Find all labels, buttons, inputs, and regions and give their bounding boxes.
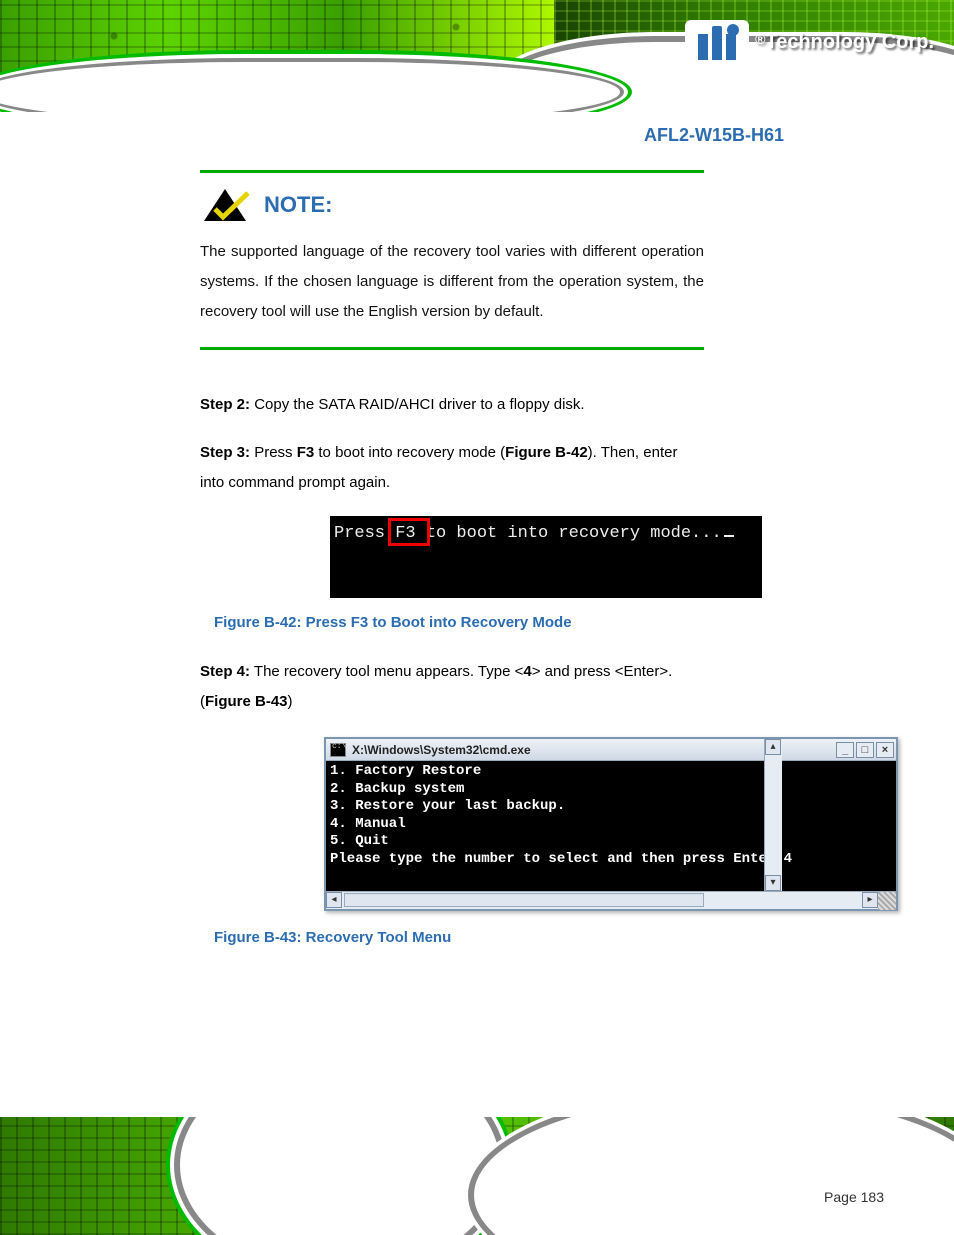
- note-label: NOTE:: [264, 192, 332, 218]
- cmd-line: 4. Manual: [330, 816, 406, 832]
- maximize-button[interactable]: □: [856, 742, 874, 758]
- brand-name: Technology Corp.: [765, 31, 934, 53]
- cmd-body: 1. Factory Restore 2. Backup system 3. R…: [326, 761, 896, 891]
- note-box: NOTE: The supported language of the reco…: [200, 170, 704, 350]
- swoop-left: [0, 62, 620, 112]
- scroll-left-icon[interactable]: ◂: [326, 892, 342, 908]
- scroll-down-icon[interactable]: ▾: [765, 875, 781, 891]
- close-button[interactable]: ×: [876, 742, 894, 758]
- top-banner: ®Technology Corp.: [0, 0, 954, 112]
- note-body: The supported language of the recovery t…: [200, 237, 704, 327]
- terminal-recovery-prompt: Press F3 to boot into recovery mode...: [330, 516, 762, 598]
- step-4: Step 4: The recovery tool menu appears. …: [200, 657, 704, 717]
- cmd-line: 5. Quit: [330, 833, 389, 849]
- page-content: NOTE: The supported language of the reco…: [0, 120, 954, 946]
- swoop-bottom-left: [180, 1117, 500, 1235]
- brand-block: ®Technology Corp.: [685, 20, 934, 64]
- scroll-thumb[interactable]: [344, 893, 704, 907]
- registered-mark: ®: [755, 31, 765, 47]
- note-triangle-check-icon: [200, 187, 250, 223]
- bottom-banner: Page 183: [0, 1117, 954, 1235]
- swoop-bottom-right: [474, 1117, 954, 1235]
- figure-43-caption: Figure B-43: Recovery Tool Menu: [214, 929, 704, 946]
- step-label: Step 2:: [200, 396, 250, 413]
- highlight-f3-box: [388, 518, 430, 546]
- step-2: Step 2: Copy the SATA RAID/AHCI driver t…: [200, 390, 704, 420]
- vertical-scrollbar[interactable]: ▴ ▾: [764, 739, 782, 891]
- cmd-line: 3. Restore your last backup.: [330, 798, 565, 814]
- step-label: Step 4:: [200, 663, 250, 680]
- page-number: Page 183: [824, 1189, 884, 1205]
- step-text: Press F3 to boot into recovery mode (Fig…: [200, 444, 677, 491]
- step-text: The recovery tool menu appears. Type <4>…: [200, 663, 672, 710]
- cursor-icon: [724, 535, 734, 537]
- scroll-right-icon[interactable]: ▸: [862, 892, 878, 908]
- cmd-line: Please type the number to select and the…: [330, 851, 792, 867]
- step-text: Copy the SATA RAID/AHCI driver to a flop…: [254, 396, 584, 413]
- note-header: NOTE:: [200, 187, 704, 223]
- cmd-line: 2. Backup system: [330, 781, 464, 797]
- step-label: Step 3:: [200, 444, 250, 461]
- brand-text: ®Technology Corp.: [755, 31, 934, 54]
- minimize-button[interactable]: _: [836, 742, 854, 758]
- resize-grip-icon[interactable]: [878, 892, 896, 910]
- cmd-window: X:\Windows\System32\cmd.exe _ □ × 1. Fac…: [120, 737, 784, 911]
- scroll-up-icon[interactable]: ▴: [765, 739, 781, 755]
- cmd-icon: [330, 743, 346, 757]
- horizontal-scrollbar[interactable]: ◂ ▸: [326, 891, 896, 909]
- cmd-line: 1. Factory Restore: [330, 763, 481, 779]
- figure-42-caption: Figure B-42: Press F3 to Boot into Recov…: [214, 614, 704, 631]
- cmd-titlebar: X:\Windows\System32\cmd.exe _ □ ×: [326, 739, 896, 761]
- iei-logo-icon: [685, 20, 749, 64]
- step-3: Step 3: Press F3 to boot into recovery m…: [200, 438, 704, 498]
